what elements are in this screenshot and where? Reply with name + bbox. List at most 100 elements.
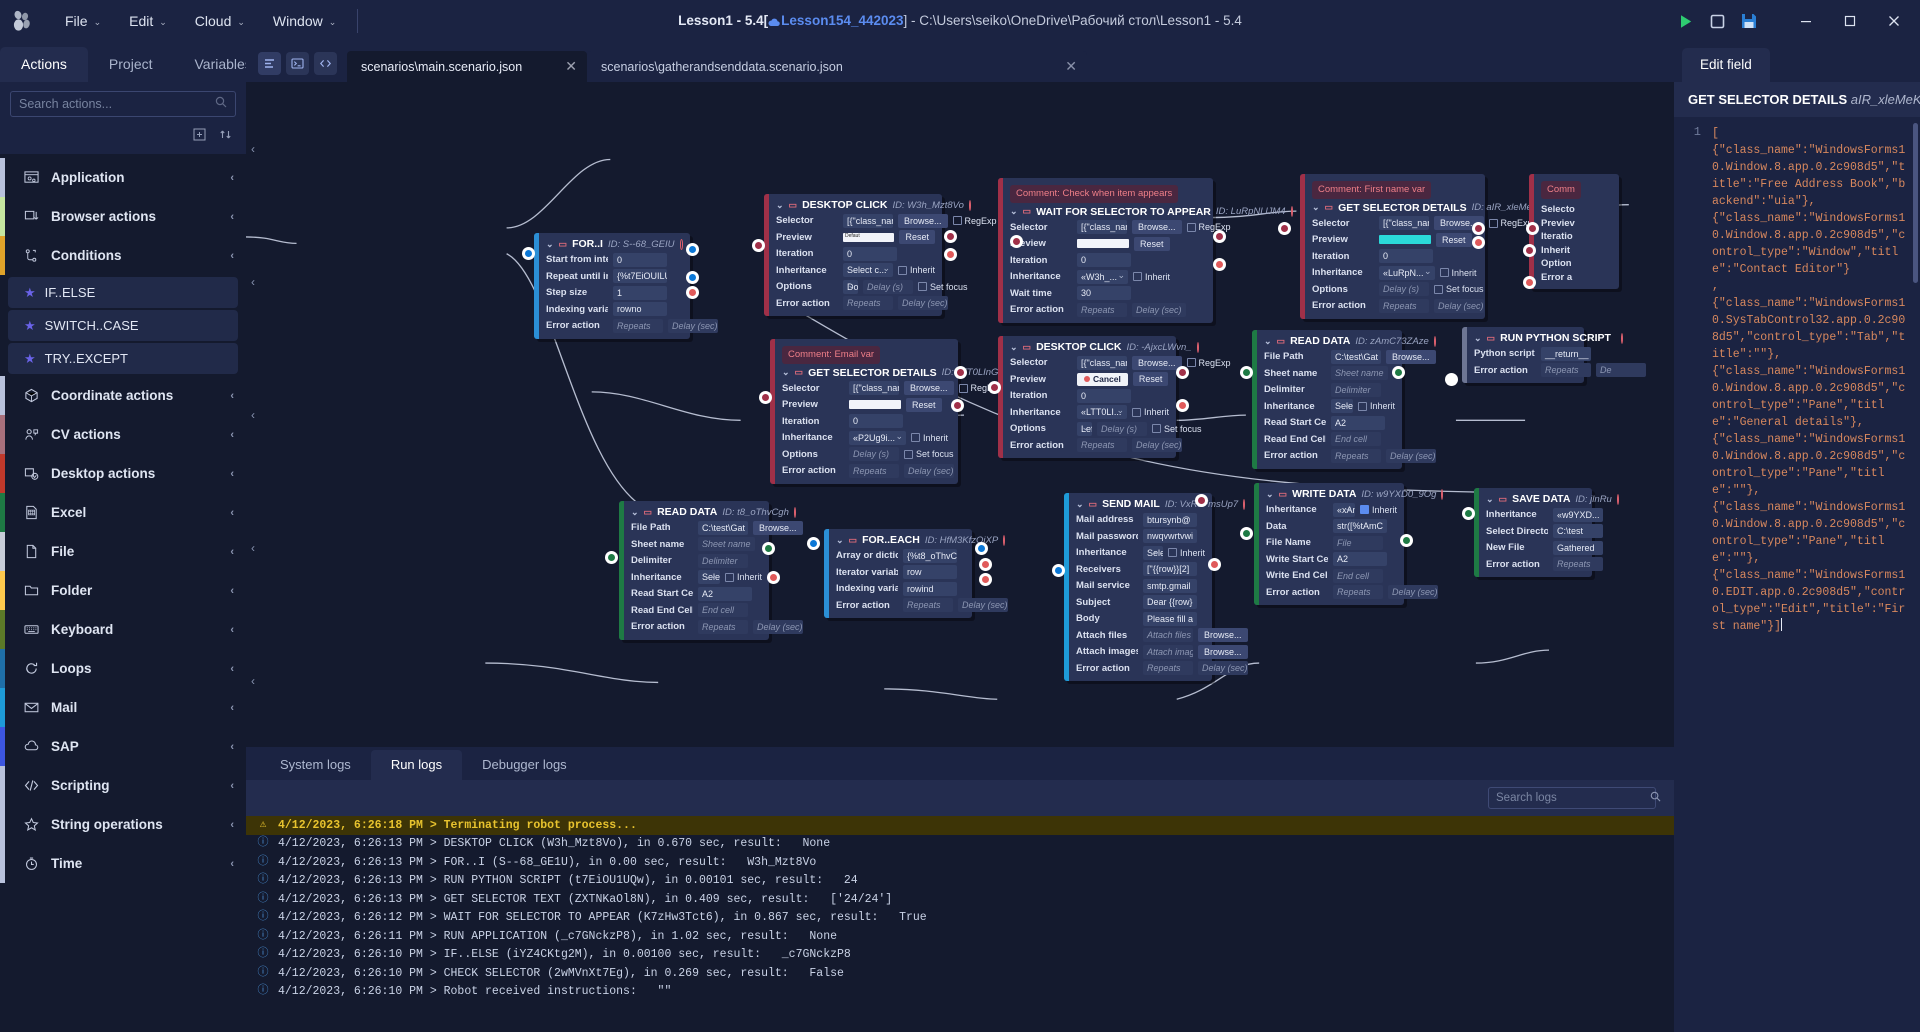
node-browse-button[interactable]: Browse... [898, 214, 948, 228]
json-scrollbar[interactable] [1913, 123, 1918, 283]
node-dropdown[interactable]: Select c... [698, 570, 720, 584]
node-field-placeholder[interactable]: Delay (sec) [958, 598, 1008, 612]
comment-icon[interactable]: ▭ [795, 367, 804, 378]
node-header[interactable]: ⌄▭DESKTOP CLICKID: W3h_Mzt8Vo [776, 199, 935, 211]
node-status-circle[interactable] [1441, 489, 1443, 500]
node-field-value[interactable]: row [903, 565, 957, 579]
sidebar-item-scripting[interactable]: Scripting‹ [0, 766, 246, 805]
node-field-value[interactable]: {%t7EiOUILU [613, 269, 667, 283]
editor-tab-gather[interactable]: scenarios\gatherandsenddata.scenario.jso… [587, 51, 1087, 82]
log-entry-list[interactable]: ⚠4/12/2023, 6:26:18 PM > Terminating rob… [246, 816, 1674, 1032]
node-connector-port[interactable] [951, 399, 964, 412]
node-field-placeholder[interactable]: Delay (sec) [668, 319, 718, 333]
node-connector-port[interactable] [762, 542, 775, 555]
node-connector-port[interactable] [1240, 527, 1253, 540]
chevron-down-icon[interactable]: ⌄ [1010, 342, 1018, 353]
comment-icon[interactable]: ▭ [1023, 342, 1032, 353]
save-icon[interactable] [1740, 12, 1758, 30]
node-connector-port[interactable] [1445, 373, 1458, 386]
sidebar-item-application[interactable]: Application‹ [0, 158, 246, 197]
sidebar-item-folder[interactable]: Folder‹ [0, 571, 246, 610]
flow-node-send_mail[interactable]: ⌄▭SEND MAILID: VxRsFmsUp7Mail addressbtu… [1064, 493, 1212, 681]
sidebar-item-browser-actions[interactable]: Browser actions‹ [0, 197, 246, 236]
node-header[interactable]: ⌄▭SAVE DATAID: jlnRu [1486, 493, 1585, 505]
expand-all-icon[interactable] [193, 128, 206, 146]
log-search-input[interactable] [1496, 792, 1650, 804]
flow-node-get_sel_details_2[interactable]: Comment: Email var⌄▭GET SELECTOR DETAILS… [770, 339, 958, 484]
sidebar-item-sap[interactable]: SAP‹ [0, 727, 246, 766]
node-field-placeholder[interactable]: Repeats [1379, 299, 1429, 313]
node-header[interactable]: ⌄▭SEND MAILID: VxRsFmsUp7 [1076, 498, 1205, 510]
node-status-circle[interactable] [1243, 499, 1245, 510]
node-connector-port[interactable] [1176, 366, 1189, 379]
node-connector-port[interactable] [1472, 236, 1485, 249]
node-field-placeholder[interactable]: Delimiter [698, 554, 748, 568]
tab-actions[interactable]: Actions [0, 47, 88, 82]
node-field-value[interactable]: 0 [613, 253, 667, 267]
node-connector-port[interactable] [686, 271, 699, 284]
sidebar-item-mail[interactable]: Mail‹ [0, 688, 246, 727]
sidebar-item-desktop-actions[interactable]: Desktop actions‹ [0, 454, 246, 493]
node-field-placeholder[interactable]: Delay (sec) [1434, 299, 1484, 313]
node-checkbox[interactable]: RegExp [953, 216, 997, 226]
comment-icon[interactable]: ▭ [559, 239, 568, 250]
node-connector-port[interactable] [1052, 564, 1065, 577]
chevron-down-icon[interactable]: ⌄ [631, 507, 639, 518]
flow-node-get_sel_details_clip[interactable]: CommSelectoPrevievIteratioInheritOptionE… [1529, 174, 1619, 289]
node-checkbox[interactable]: Inherit [1440, 268, 1477, 278]
node-connector-port[interactable] [944, 230, 957, 243]
menu-cloud[interactable]: Cloud⌄ [182, 7, 258, 35]
node-header[interactable]: ⌄▭FOR..EACHID: HfM3KfzOiXP [836, 534, 965, 546]
node-connector-port[interactable] [1523, 244, 1536, 257]
node-header[interactable]: ⌄▭DESKTOP CLICKID: -AjxcLWvn_ [1010, 341, 1169, 353]
node-field-placeholder[interactable]: Delay (sec) [904, 464, 954, 478]
node-field-value[interactable]: C:\test\Gat [698, 521, 748, 535]
node-status-circle[interactable] [1003, 535, 1005, 546]
node-connector-port[interactable] [1176, 399, 1189, 412]
node-field-value[interactable]: 0 [843, 247, 897, 261]
terminal-view-icon[interactable] [286, 52, 309, 75]
sidebar-item-cv-actions[interactable]: CV actions‹ [0, 415, 246, 454]
node-header[interactable]: ⌄▭WAIT FOR SELECTOR TO APPEARID: LuRpNLl… [1010, 206, 1206, 218]
node-field-value[interactable]: Please fill a [1143, 612, 1197, 626]
node-field-value[interactable]: str([%tAmC [1333, 519, 1387, 533]
node-field-placeholder[interactable]: Delay (s) [849, 447, 899, 461]
node-field-value[interactable]: 0 [849, 414, 903, 428]
node-connector-port[interactable] [752, 239, 765, 252]
node-header[interactable]: ⌄▭READ DATAID: t8_oThvCgh [631, 506, 762, 518]
chevron-down-icon[interactable]: ⌄ [1486, 494, 1494, 505]
flow-node-for_each[interactable]: ⌄▭FOR..EACHID: HfM3KfzOiXPArray or dicti… [824, 529, 972, 618]
node-field-value[interactable]: «w9YXD... [1553, 508, 1603, 522]
node-dropdown[interactable]: Select c... [1143, 546, 1163, 560]
node-browse-button[interactable]: Browse... [1386, 350, 1436, 364]
flow-node-read_data_1[interactable]: ⌄▭READ DATAID: zAmC73ZAzeFile PathC:\tes… [1252, 330, 1402, 469]
node-field-placeholder[interactable]: File [1333, 536, 1383, 550]
collapse-chevron-icon[interactable]: ‹ [251, 541, 255, 555]
node-field-placeholder[interactable]: Repeats [1541, 363, 1591, 377]
node-browse-button[interactable]: Browse... [1198, 645, 1248, 659]
chevron-down-icon[interactable]: ⌄ [776, 200, 784, 211]
node-status-circle[interactable] [1621, 333, 1623, 344]
chevron-down-icon[interactable]: ⌄ [1266, 489, 1274, 500]
node-connector-port[interactable] [1392, 366, 1405, 379]
search-input[interactable] [19, 97, 215, 111]
node-status-circle[interactable] [1434, 336, 1436, 347]
node-field-value[interactable]: nwqvwrtvwi [1143, 529, 1197, 543]
node-graph[interactable]: ⌄▭FOR..IID: S--68_GEIUStart from inte...… [246, 82, 1674, 747]
node-field-value[interactable]: C:\test [1553, 524, 1603, 538]
node-connector-port[interactable] [522, 247, 535, 260]
node-browse-button[interactable]: Reset [906, 398, 942, 412]
node-field-placeholder[interactable]: Repeats [1143, 661, 1193, 675]
node-browse-button[interactable]: Reset [899, 230, 935, 244]
chevron-down-icon[interactable]: ⌄ [1312, 202, 1320, 213]
node-field-value[interactable]: rowno [613, 302, 667, 316]
node-connector-port[interactable] [944, 248, 957, 261]
flow-node-write_data[interactable]: ⌄▭WRITE DATAID: w9YXD0_9OgInheritance«xA… [1254, 483, 1404, 605]
node-field-value[interactable]: btursynb@ [1143, 513, 1197, 527]
code-view-icon[interactable] [314, 52, 337, 75]
flow-node-get_sel_details_1[interactable]: Comment: First name var⌄▭GET SELECTOR DE… [1300, 174, 1485, 319]
play-icon[interactable] [1676, 12, 1695, 31]
node-field-placeholder[interactable]: Repeats [1553, 557, 1603, 571]
comment-icon[interactable]: ▭ [849, 535, 858, 546]
node-connector-port[interactable] [759, 391, 772, 404]
